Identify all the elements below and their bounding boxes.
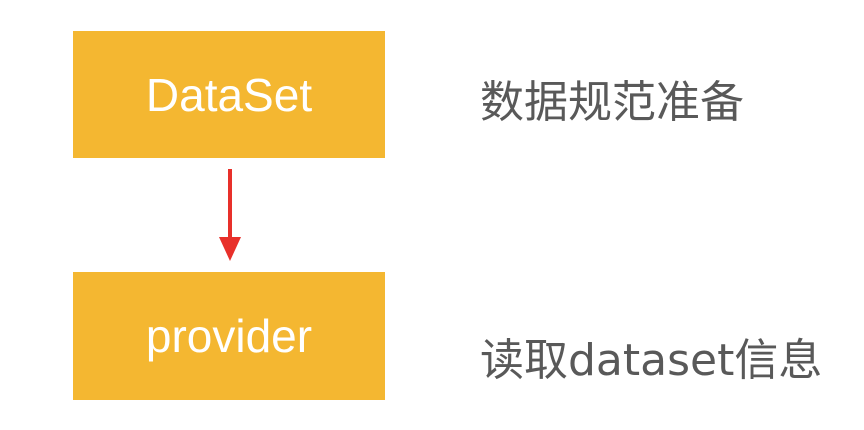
provider-description: 读取dataset信息 [480,335,823,386]
arrow-head [219,237,241,261]
provider-node-label: provider [145,310,313,362]
dataset-node-label: DataSet [145,68,313,121]
dataset-node: DataSet [73,31,385,158]
provider-node: provider [73,272,385,400]
dataset-description: 数据规范准备 [480,77,744,128]
flow-arrow-down [219,169,241,261]
